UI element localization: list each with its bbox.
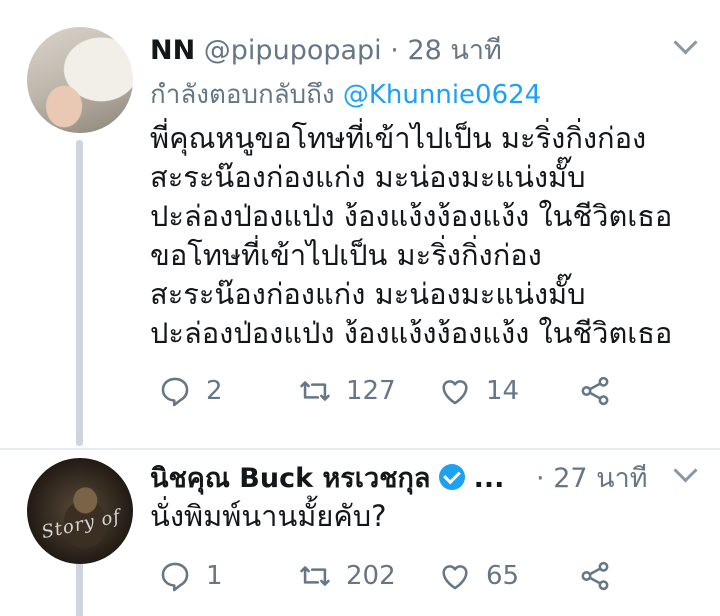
timestamp[interactable]: 28 นาที (407, 35, 501, 66)
separator: · (390, 35, 399, 66)
reply-icon (161, 377, 189, 407)
retweet-button[interactable]: 127 (298, 374, 396, 408)
like-button[interactable]: 14 (438, 374, 519, 408)
username[interactable]: @pipupopapi (204, 35, 382, 66)
reply-icon (161, 562, 189, 592)
divider (0, 448, 720, 450)
thread-line (76, 140, 83, 446)
reply-button[interactable]: 2 (158, 374, 223, 408)
name-truncation: ... (473, 463, 505, 494)
tweet-header: นิชคุณ Buck หรเวชกุล ... (150, 456, 504, 499)
retweet-icon (300, 566, 330, 586)
avatar-script: Story of (39, 505, 123, 544)
share-icon (581, 376, 609, 406)
replying-to: กำลังตอบกลับถึง @Khunnie0624 (150, 74, 541, 115)
like-count: 14 (486, 376, 520, 406)
reply-count: 2 (206, 376, 223, 406)
separator: · (536, 463, 545, 494)
heart-icon (442, 380, 468, 405)
retweet-button[interactable]: 202 (298, 559, 396, 593)
retweet-icon (300, 381, 330, 401)
avatar[interactable] (27, 27, 133, 133)
thread-line (76, 556, 83, 616)
chevron-down-icon[interactable] (673, 30, 698, 55)
chevron-down-icon[interactable] (673, 458, 698, 483)
avatar[interactable]: Story of (27, 458, 133, 564)
heart-icon (442, 565, 468, 590)
tweet-header: NN @pipupopapi · 28 นาที (150, 28, 502, 71)
share-button[interactable] (578, 374, 612, 408)
like-button[interactable]: 65 (438, 559, 519, 593)
display-name[interactable]: นิชคุณ Buck หรเวชกุล (150, 463, 430, 494)
timestamp[interactable]: 27 นาที (553, 463, 647, 494)
reply-count: 1 (206, 561, 223, 591)
mention-link[interactable]: @Khunnie0624 (343, 80, 541, 110)
retweet-count: 127 (346, 376, 396, 406)
display-name[interactable]: NN (150, 35, 195, 66)
reply-button[interactable]: 1 (158, 559, 223, 593)
tweet-text: นั่งพิมพ์นานมั้ยคับ? (150, 499, 387, 533)
retweet-count: 202 (346, 561, 396, 591)
replying-label: กำลังตอบกลับถึง (150, 80, 335, 110)
tweet-text: พี่คุณหนูขอโทษที่เข้าไปเป็น มะริ่งกิ่งก่… (150, 121, 673, 350)
verified-badge-icon (438, 464, 465, 490)
share-button[interactable] (578, 559, 612, 593)
tweet-time: · 27 นาที (536, 456, 648, 499)
share-icon (581, 561, 609, 591)
like-count: 65 (486, 561, 520, 591)
